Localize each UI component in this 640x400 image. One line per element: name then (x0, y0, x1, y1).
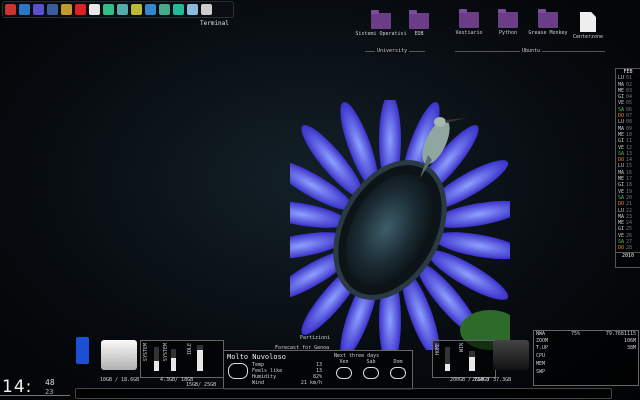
system-label: SYSTEM (143, 343, 149, 362)
group-label-university: University (375, 48, 410, 54)
calendar-days: LU 01 MA 02 ME 03 GI 04 VE 05 SA 06 DO 07 LU 08 MA 09 ME 10… (616, 75, 640, 251)
folder-icon (538, 9, 558, 28)
messenger-icon[interactable] (173, 4, 184, 15)
clock-divider (0, 395, 70, 396)
power-icon[interactable] (19, 4, 30, 15)
network-row: NWA 75% 79.7681115 (536, 331, 636, 337)
weather-condition: Molto Nuvoloso (227, 353, 287, 361)
weather-row: Wind 21 km/h (252, 380, 322, 386)
system-bar-2 (171, 349, 176, 371)
forecast-day: Ven (332, 359, 356, 379)
idle-bar (197, 345, 203, 371)
partitions-label: Partizioni (300, 335, 331, 341)
document-icon (580, 12, 596, 32)
folder-icon (498, 9, 518, 28)
folder-icon (409, 10, 429, 29)
opera-icon[interactable] (75, 4, 86, 15)
ftp-icon[interactable] (145, 4, 156, 15)
hard-drive-icon[interactable] (101, 340, 137, 370)
flower-wallpaper-art (290, 100, 510, 350)
folder-edb[interactable]: EDB (393, 10, 445, 37)
ubuntu-icon[interactable] (5, 4, 16, 15)
terminal-icon[interactable] (61, 4, 72, 15)
home-win-widget: HOME WIN (432, 340, 496, 378)
weather-days: Ven Sab Dom (332, 359, 412, 387)
right-disk-usage: 26GB / 37.3GB (472, 377, 512, 383)
weather-icon[interactable] (187, 4, 198, 15)
system-bar-1 (154, 347, 159, 371)
photo-icon[interactable] (131, 4, 142, 15)
system-widget: SYSTEM SYSTEM IDLE (140, 340, 224, 378)
cpu-row: MEM (536, 361, 546, 367)
terminal-label[interactable]: Terminal (200, 20, 229, 27)
folder-icon (371, 10, 391, 29)
paint-icon[interactable] (103, 4, 114, 15)
forecast-day: Dom (386, 359, 410, 379)
cloud-icon (390, 367, 406, 379)
weather-widget: Molto Nuvoloso Temp 13 Feels like 13 Humidit… (223, 350, 413, 390)
text-icon[interactable] (117, 4, 128, 15)
folder-centerzone[interactable]: Centerzone (562, 12, 614, 40)
clock-hours: 14: (2, 377, 33, 397)
network-row: T.UP 38M (536, 345, 636, 351)
home-label: HOME (435, 343, 441, 356)
cpu-row: SWP (536, 369, 546, 375)
network-row: ZOOM 106M (536, 338, 636, 344)
idle-label: IDLE (187, 343, 193, 356)
folder-label: Centerzone (572, 34, 604, 40)
plane-icon[interactable] (201, 4, 212, 15)
ipod-icon (76, 337, 89, 364)
cpu-rows: CPU MEM SWP (536, 353, 545, 377)
folder-label: EDB (414, 31, 424, 37)
external-drive-icon[interactable] (493, 340, 529, 370)
forecast-day: Sab (359, 359, 383, 379)
film-icon[interactable] (47, 4, 58, 15)
calendar-year: 2010 (616, 251, 640, 259)
chrome-icon[interactable] (89, 4, 100, 15)
clock-seconds: 48 (45, 378, 55, 387)
folder-icon[interactable] (33, 4, 44, 15)
top-dock (2, 1, 234, 18)
bottom-panel[interactable] (75, 388, 612, 399)
system-label-2: SYSTEM (163, 343, 169, 362)
left-disk-usage: 10GB / 18.6GB (100, 377, 140, 383)
group-label-ubuntu: Ubuntu (520, 48, 543, 54)
home-bar (445, 347, 450, 371)
cloud-icon (363, 367, 379, 379)
weather-rows: Temp 13 Feels like 13 Humidity 82% Wind 21 km/h (252, 362, 322, 386)
cloud-icon (336, 367, 352, 379)
calendar-widget: FEB LU 01 MA 02 ME 03 GI 04 VE 05 SA 06 DO 07 LU 08 MA 09… (615, 68, 640, 268)
cpu-row: CPU (536, 353, 546, 359)
network-rows: NWA 75% 79.7681115 ZOOM 106M T.UP 38M (534, 331, 638, 352)
folder-icon (459, 9, 479, 28)
cloud-icon (228, 363, 248, 379)
globe-icon[interactable] (159, 4, 170, 15)
win-bar (469, 351, 475, 371)
network-widget: NWA 75% 79.7681115 ZOOM 106M T.UP 38M CPU MEM SW… (533, 330, 639, 386)
win-label: WIN (459, 343, 465, 353)
